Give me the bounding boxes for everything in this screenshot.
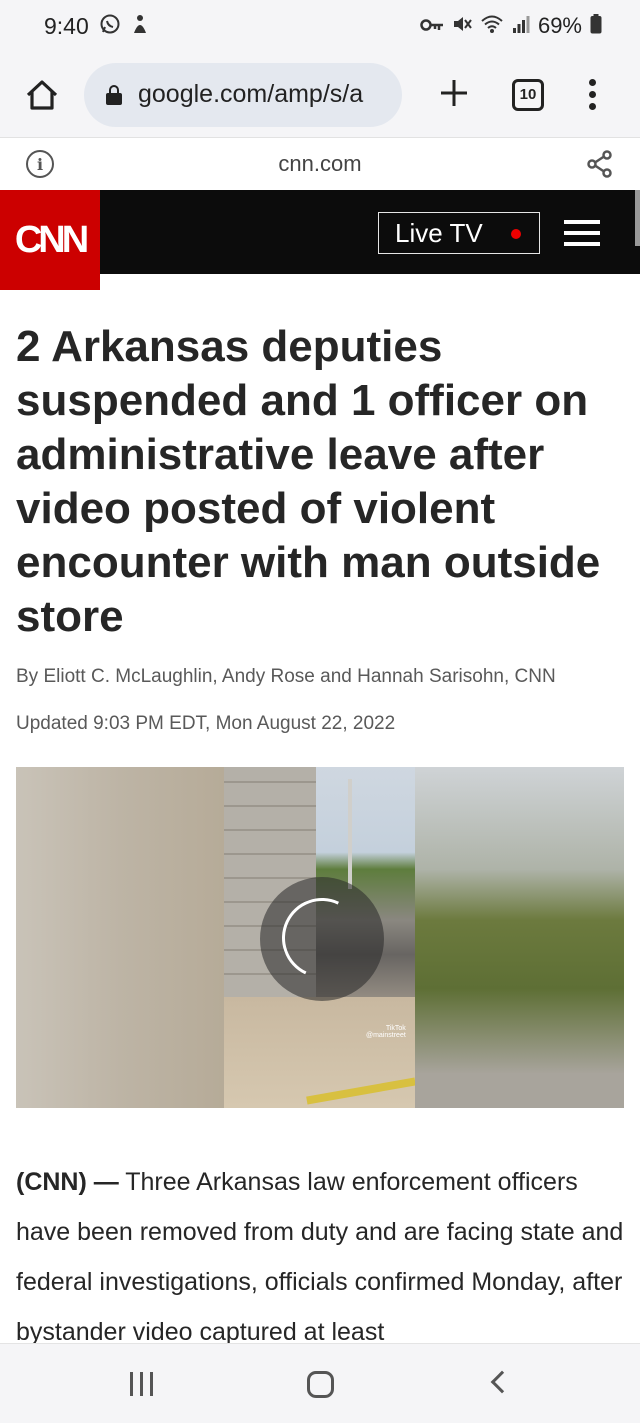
tiktok-watermark: TikTok @mainstreet (366, 1025, 406, 1039)
video-blur-right (415, 767, 624, 1108)
status-time: 9:40 (44, 12, 89, 39)
status-left: 9:40 (44, 13, 149, 40)
battery-percent: 69% (537, 13, 582, 38)
live-indicator-dot (511, 229, 521, 239)
url-text: google.com/amp/s/a (138, 80, 364, 108)
amp-domain: cnn.com (278, 151, 362, 176)
lock-icon (106, 84, 122, 105)
article-byline: By Eliott C. McLaughlin, Andy Rose and H… (16, 666, 556, 687)
kebab-icon-dot (588, 91, 596, 98)
article-updated-timestamp: Updated 9:03 PM EDT, Mon August 22, 2022 (16, 713, 396, 734)
body-lead: (CNN) — (16, 1168, 119, 1196)
video-ground (224, 997, 415, 1108)
signal-icon (512, 15, 530, 38)
system-nav-bar (0, 1343, 640, 1423)
home-button[interactable] (22, 75, 62, 115)
more-menu-button[interactable] (588, 79, 596, 110)
share-icon[interactable] (586, 150, 614, 178)
notification-icon (131, 13, 149, 40)
home-nav-icon[interactable] (307, 1371, 334, 1398)
tab-count: 10 (519, 86, 537, 103)
scroll-indicator[interactable] (635, 190, 640, 246)
info-icon[interactable]: i (26, 150, 54, 178)
amp-viewer-bar: i cnn.com (0, 138, 640, 190)
tab-switcher-button[interactable]: 10 (512, 78, 544, 111)
tiktok-handle: @mainstreet (366, 1032, 406, 1039)
cnn-header: CNN Live TV (0, 190, 640, 290)
kebab-icon-dot (588, 103, 596, 110)
new-tab-button[interactable] (436, 77, 472, 113)
article-body-paragraph: (CNN) — Three Arkansas law enforcement o… (16, 1157, 626, 1357)
video-pole (348, 779, 352, 889)
article-headline: 2 Arkansas deputies suspended and 1 offi… (16, 322, 601, 641)
key-icon (420, 16, 444, 37)
video-player[interactable]: TikTok @mainstreet (16, 767, 624, 1108)
live-tv-label: Live TV (395, 217, 483, 248)
whatsapp-icon (99, 13, 121, 40)
back-nav-icon[interactable] (490, 1370, 514, 1394)
home-icon (26, 79, 58, 110)
wifi-icon (480, 14, 504, 39)
mute-icon (452, 14, 472, 39)
status-bar: 9:40 69% (0, 0, 640, 52)
video-blur-left (16, 767, 224, 1108)
live-tv-button[interactable]: Live TV (378, 212, 540, 254)
browser-toolbar: google.com/amp/s/a 10 (0, 52, 640, 138)
address-bar[interactable]: google.com/amp/s/a (84, 62, 402, 127)
cnn-logo-text: CNN (14, 218, 89, 261)
kebab-icon-dot (588, 79, 596, 86)
tiktok-label: TikTok (385, 1025, 406, 1032)
cnn-logo[interactable]: CNN (0, 190, 100, 290)
recent-apps-icon[interactable] (130, 1372, 153, 1396)
plus-icon (441, 79, 467, 106)
battery-icon (590, 13, 602, 39)
status-right: 69% (420, 13, 602, 39)
hamburger-menu-icon[interactable] (564, 220, 600, 246)
